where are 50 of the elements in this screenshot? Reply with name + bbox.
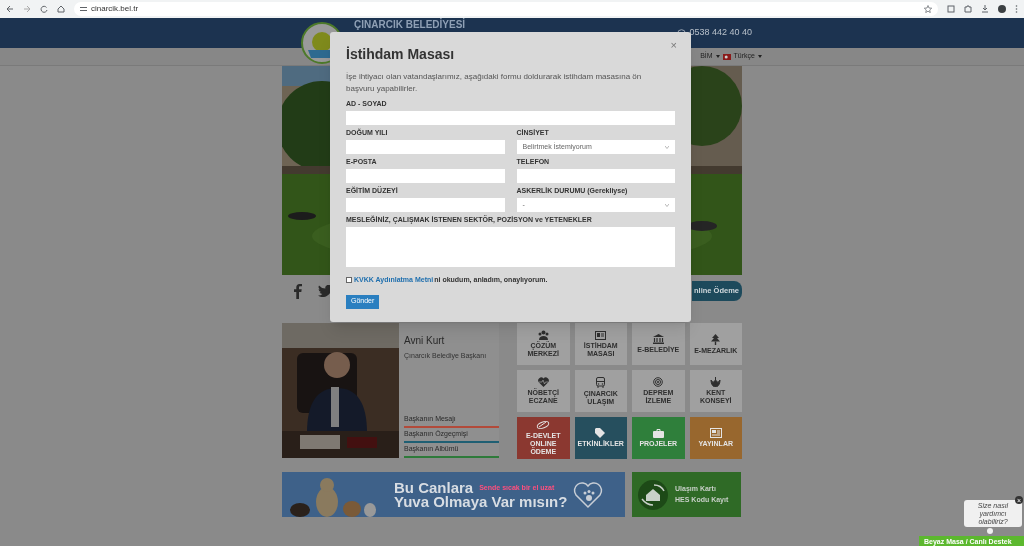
input-field[interactable] [516, 169, 675, 183]
heart-paw-icon [573, 480, 604, 509]
pointer-dot-icon [987, 528, 993, 534]
modal-title: İstihdam Masası [346, 45, 455, 64]
caret-icon [665, 145, 669, 149]
back-icon[interactable] [6, 5, 14, 13]
profile-icon[interactable] [998, 5, 1006, 13]
download-icon[interactable] [981, 5, 989, 13]
input-field[interactable] [346, 111, 675, 125]
banner-headline: Yuva Olmaya Var mısın? [394, 494, 568, 509]
briefcase-icon [652, 428, 664, 438]
house-hands-icon [637, 478, 669, 511]
input-field[interactable] [346, 198, 505, 212]
id-card-icon [595, 330, 607, 340]
twitter-icon[interactable] [318, 285, 333, 297]
newspaper-icon [709, 428, 722, 438]
site-title: ÇINARCIK BELEDİYESİ [354, 19, 466, 31]
tree-icon [711, 333, 721, 345]
caret-icon [758, 55, 762, 58]
url-text: cinarcik.bel.tr [91, 3, 139, 15]
star-icon[interactable] [924, 5, 932, 13]
emblem-icon [710, 377, 722, 387]
home-icon[interactable] [57, 5, 65, 13]
address-bar[interactable]: cinarcik.bel.tr [74, 2, 938, 16]
phone-number[interactable]: 0538 442 40 40 [689, 26, 752, 40]
bus-icon [596, 376, 606, 388]
banner-headline: Bu Canlara [394, 480, 474, 495]
reload-icon[interactable] [40, 5, 48, 13]
menu-icon[interactable] [1015, 5, 1018, 13]
caret-icon [715, 55, 720, 58]
tag-icon [595, 428, 607, 438]
building-icon [652, 334, 664, 344]
puzzle-icon[interactable] [964, 5, 972, 13]
consent-checkbox[interactable] [346, 277, 352, 284]
forward-icon[interactable] [23, 5, 31, 13]
caret-icon [665, 203, 669, 207]
input-field[interactable] [346, 169, 505, 183]
flag-icon [722, 53, 731, 60]
close-button[interactable]: × [670, 40, 677, 51]
facebook-icon[interactable] [294, 283, 302, 299]
swoosh-icon [536, 420, 551, 430]
target-icon [653, 377, 664, 387]
mayor-name: Avni Kurt [404, 334, 446, 348]
modal-intro: İşe ihtiyacı olan vatandaşlarımız, aşağıdaki formu doldurarak istihdam masasına ön başvuru yapabilirler. [346, 71, 643, 95]
people-icon [537, 330, 549, 340]
site-settings-icon [80, 6, 87, 12]
extension-icon[interactable] [947, 5, 955, 13]
heartbeat-icon [537, 377, 549, 387]
input-field[interactable] [346, 140, 505, 154]
textarea-field[interactable] [346, 227, 675, 267]
